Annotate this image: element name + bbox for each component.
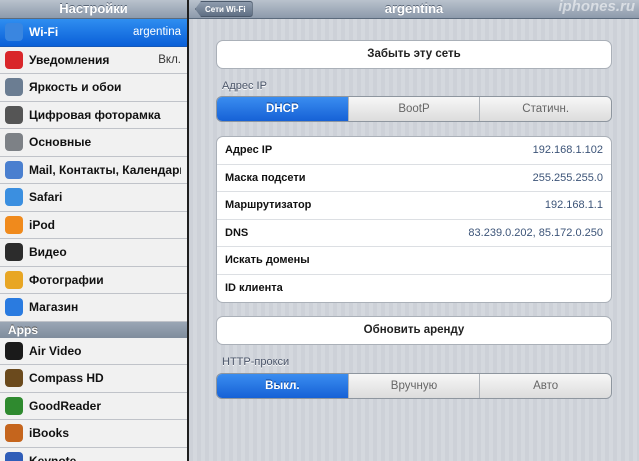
notifications-icon xyxy=(5,50,23,69)
row-label: Маска подсети xyxy=(225,171,306,184)
sidebar-item-label: Яркость и обои xyxy=(29,80,122,95)
sidebar-item[interactable]: iPod xyxy=(0,211,187,239)
forget-network-button[interactable]: Забыть эту сеть xyxy=(217,41,611,68)
ipod-icon xyxy=(5,215,23,234)
ip-section-label: Адрес IP xyxy=(222,80,267,92)
app-item-label: iBooks xyxy=(29,426,70,441)
segment-option[interactable]: Авто xyxy=(480,374,611,398)
table-row[interactable]: Маска подсети 255.255.255.0 xyxy=(217,165,611,192)
sidebar-item[interactable]: Яркость и обои xyxy=(0,74,187,102)
sidebar-item-label: Фотографии xyxy=(29,272,104,287)
compass-icon xyxy=(5,369,23,388)
proxy-mode-segmented-control: Выкл. Вручную Авто xyxy=(216,373,612,399)
sidebar-item-label: Цифровая фоторамка xyxy=(29,107,161,122)
segment-option[interactable]: Выкл. xyxy=(217,374,349,398)
store-icon xyxy=(5,298,23,317)
renew-lease-button[interactable]: Обновить аренду xyxy=(217,317,611,344)
app-item-label: Keynote xyxy=(29,453,77,461)
wifi-detail-pane: Сети Wi-Fi argentina iphones.ru Забыть э… xyxy=(189,0,639,461)
segment-option[interactable]: BootP xyxy=(348,97,481,121)
row-value: 255.255.255.0 xyxy=(532,171,603,184)
app-item-label: Air Video xyxy=(29,343,82,358)
navigation-bar: Сети Wi-Fi argentina iphones.ru xyxy=(189,0,639,19)
sidebar-item-value: Вкл. xyxy=(158,53,181,66)
row-label: ID клиента xyxy=(225,282,283,295)
sidebar-item-value: argentina xyxy=(133,26,181,39)
sidebar-title: Настройки xyxy=(0,0,187,19)
brightness-icon xyxy=(5,78,23,97)
sidebar-item[interactable]: Магазин xyxy=(0,294,187,322)
sidebar-item[interactable]: Уведомления Вкл. xyxy=(0,46,187,74)
table-row[interactable]: Адрес IP 192.168.1.102 xyxy=(217,137,611,165)
segment-option[interactable]: Статичн. xyxy=(480,97,611,121)
forget-network-group: Забыть эту сеть xyxy=(216,40,612,69)
row-label: Искать домены xyxy=(225,254,310,267)
app-item-label: Compass HD xyxy=(29,371,104,386)
settings-sidebar: Настройки Wi-Fi argentina Уведомления Вкл. Я… xyxy=(0,0,187,461)
mail-icon xyxy=(5,160,23,179)
ibooks-icon xyxy=(5,424,23,443)
segment-option[interactable]: Вручную xyxy=(348,374,481,398)
sidebar-item-label: Видео xyxy=(29,245,67,260)
sidebar-item[interactable]: Видео xyxy=(0,239,187,267)
air-video-icon xyxy=(5,341,23,360)
video-icon xyxy=(5,243,23,262)
ip-mode-segmented-control: DHCP BootP Статичн. xyxy=(216,96,612,122)
gear-icon xyxy=(5,133,23,152)
app-item[interactable]: Compass HD xyxy=(0,365,187,393)
sidebar-item-label: Wi-Fi xyxy=(29,25,59,40)
table-row[interactable]: Искать домены xyxy=(217,247,611,275)
app-item[interactable]: Air Video xyxy=(0,337,187,365)
row-value: 83.239.0.202, 85.172.0.250 xyxy=(468,226,603,239)
sidebar-item[interactable]: Safari xyxy=(0,184,187,212)
segment-option[interactable]: DHCP xyxy=(217,97,349,121)
sidebar-item-label: Mail, Контакты, Календари xyxy=(29,162,181,177)
sidebar-item[interactable]: Mail, Контакты, Календари xyxy=(0,156,187,184)
row-value: 192.168.1.1 xyxy=(544,199,603,212)
apps-section-header: Apps xyxy=(0,321,187,338)
row-label: Маршрутизатор xyxy=(225,199,312,212)
sidebar-item-label: Основные xyxy=(29,135,92,150)
app-item[interactable]: Keynote xyxy=(0,447,187,461)
row-label: Адрес IP xyxy=(225,144,273,157)
wifi-icon xyxy=(5,23,23,42)
ip-info-table: Адрес IP 192.168.1.102 Маска подсети 255.25… xyxy=(216,136,612,303)
table-row[interactable]: Маршрутизатор 192.168.1.1 xyxy=(217,192,611,220)
safari-icon xyxy=(5,188,23,207)
apps-list: Air Video Compass HD GoodReader iBooks Keyno… xyxy=(0,337,187,461)
sidebar-item[interactable]: Основные xyxy=(0,129,187,157)
renew-lease-group: Обновить аренду xyxy=(216,316,612,345)
row-label: DNS xyxy=(225,226,249,239)
settings-list: Wi-Fi argentina Уведомления Вкл. Яркость и о… xyxy=(0,19,187,322)
photos-icon xyxy=(5,270,23,289)
sidebar-item[interactable]: Фотографии xyxy=(0,266,187,294)
sidebar-item-label: iPod xyxy=(29,217,55,232)
table-row[interactable]: DNS 83.239.0.202, 85.172.0.250 xyxy=(217,220,611,247)
row-value: 192.168.1.102 xyxy=(532,144,603,157)
proxy-section-label: HTTP-прокси xyxy=(222,356,290,368)
sidebar-item-label: Safari xyxy=(29,190,63,205)
photo-frame-icon xyxy=(5,105,23,124)
sidebar-item[interactable]: Цифровая фоторамка xyxy=(0,101,187,129)
sidebar-item[interactable]: Wi-Fi argentina xyxy=(0,19,187,47)
sidebar-item-label: Уведомления xyxy=(29,52,110,67)
app-item[interactable]: iBooks xyxy=(0,420,187,448)
table-row[interactable]: ID клиента xyxy=(217,275,611,303)
sidebar-item-label: Магазин xyxy=(29,300,79,315)
keynote-icon xyxy=(5,451,23,461)
goodreader-icon xyxy=(5,396,23,415)
app-item[interactable]: GoodReader xyxy=(0,392,187,420)
watermark: iphones.ru xyxy=(558,0,635,15)
app-item-label: GoodReader xyxy=(29,398,102,413)
